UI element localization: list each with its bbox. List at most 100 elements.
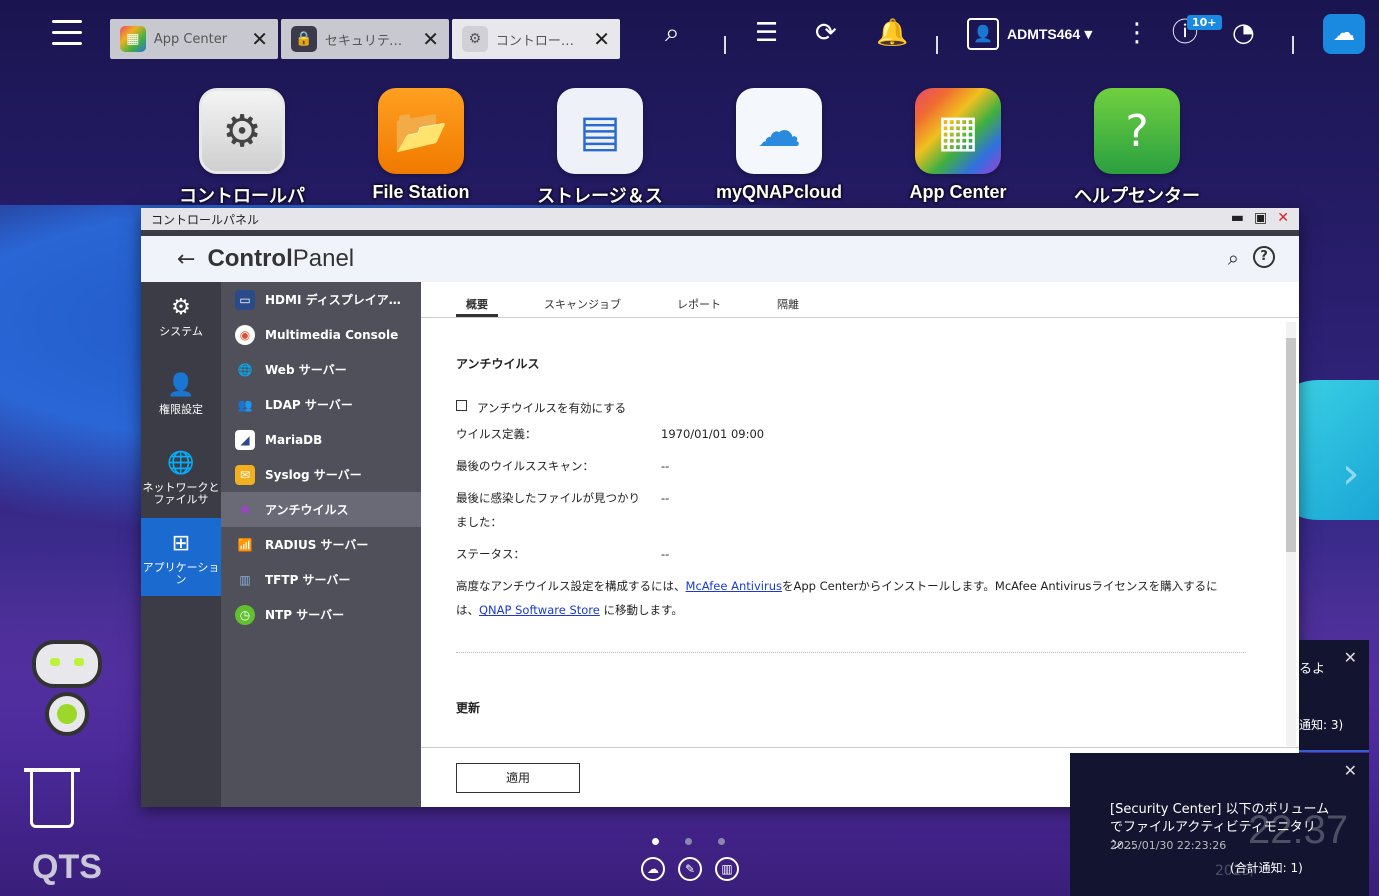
apply-button[interactable]: 適用	[456, 763, 580, 793]
page-dot[interactable]	[718, 838, 725, 845]
myqnapcloud-button[interactable]: ☁	[1323, 14, 1365, 54]
close-icon[interactable]: ✕	[1277, 210, 1289, 226]
last-scan-value: --	[661, 459, 670, 473]
multimedia-icon: ◉	[235, 324, 255, 345]
antivirus-note: 高度なアンチウイルス設定を構成するには、McAfee AntivirusをApp…	[456, 579, 1218, 617]
category-applications[interactable]: ⊞ アプリケーション	[141, 518, 221, 596]
sidebar-item-mariadb[interactable]: ◢ MariaDB	[221, 422, 421, 457]
category-network[interactable]: 🌐 ネットワークとファイルサ	[141, 438, 221, 518]
desktop-app-app-center[interactable]: ▦ App Center	[888, 88, 1028, 203]
desktop-app-control-panel[interactable]: ⚙ コントロールパ	[172, 88, 312, 208]
notification-bell-icon[interactable]: 🔔	[876, 18, 908, 48]
control-panel-window: コントロールパネル ▬ ▣ ✕ ← ControlPanel ⌕ ? ⚙ システ…	[141, 208, 1299, 807]
sidebar-item-hdmi[interactable]: ▭ HDMI ディスプレイアプ…	[221, 282, 421, 317]
search-icon[interactable]: ⌕	[665, 18, 680, 48]
close-icon[interactable]: ✕	[422, 27, 439, 51]
tab-scan-jobs[interactable]: スキャンジョブ	[534, 296, 631, 317]
sidebar-item-syslog[interactable]: ✉ Syslog サーバー	[221, 457, 421, 492]
desktop-app-file-station[interactable]: 📂 File Station	[351, 88, 491, 203]
sidebar-item-radius[interactable]: 📶 RADIUS サーバー	[221, 527, 421, 562]
category-system[interactable]: ⚙ システム	[141, 282, 221, 360]
tools-icon[interactable]: ✎	[678, 857, 702, 881]
help-icon: ?	[1094, 88, 1180, 174]
security-icon: 🔒	[291, 26, 317, 52]
search-icon[interactable]: ⌕	[1228, 246, 1239, 270]
top-taskbar: ▦ App Center ✕ 🔒 セキュリティ… ✕ ⚙ コントロール… ✕ ⌕…	[0, 0, 1379, 78]
sidebar-item-ntp[interactable]: ◷ NTP サーバー	[221, 597, 421, 632]
app-grid-icon: ▦	[915, 88, 1001, 174]
tab-reports[interactable]: レポート	[667, 296, 731, 317]
desktop-app-storage[interactable]: ▤ ストレージ＆ス	[530, 88, 670, 208]
main-menu-icon[interactable]	[52, 20, 82, 48]
section-divider	[456, 652, 1246, 653]
section-title-update: 更新	[456, 701, 481, 715]
more-options-icon[interactable]: ⋮	[1124, 18, 1150, 48]
book-icon[interactable]: ▥	[715, 857, 739, 881]
tab-overview[interactable]: 概要	[456, 296, 498, 317]
cloud-icon: ☁	[1333, 21, 1355, 46]
virus-def-label: ウイルス定義：	[456, 427, 537, 441]
notification-card[interactable]: ✕ るよ 通知: 3)	[1299, 640, 1369, 752]
last-infected-value: --	[661, 491, 670, 505]
taskbar-tab-control-panel[interactable]: ⚙ コントロール… ✕	[452, 19, 620, 59]
background-tasks-icon[interactable]: ☰	[755, 18, 778, 48]
user-menu[interactable]: 👤 ADMTS464 ▼	[967, 18, 1093, 50]
trash-icon[interactable]	[30, 770, 74, 828]
main-content: 概要 スキャンジョブ レポート 隔離 アンチウイルス アンチウイルスを有効にする…	[421, 282, 1299, 807]
desktop-app-help-center[interactable]: ? ヘルプセンター	[1067, 88, 1207, 208]
mcafee-link[interactable]: McAfee Antivirus	[686, 579, 782, 593]
taskbar-tab-security[interactable]: 🔒 セキュリティ… ✕	[281, 19, 449, 59]
enable-antivirus-row[interactable]: アンチウイルスを有効にする	[456, 400, 1299, 416]
close-icon[interactable]: ✕	[593, 27, 610, 51]
page-dot[interactable]	[652, 838, 659, 845]
last-scan-label: 最後のウイルススキャン：	[456, 459, 594, 473]
sidebar-item-antivirus[interactable]: ✺ アンチウイルス	[221, 492, 421, 527]
help-icon[interactable]: ?	[1253, 246, 1275, 268]
desktop-app-myqnapcloud[interactable]: ☁ myQNAPcloud	[709, 88, 849, 203]
globe-icon: 🌐	[167, 451, 195, 476]
qsirch-robot-icon[interactable]	[22, 640, 112, 745]
apps-icon: ⊞	[171, 531, 191, 556]
sidebar-item-multimedia[interactable]: ◉ Multimedia Console	[221, 317, 421, 352]
maximize-icon[interactable]: ▣	[1254, 210, 1267, 226]
gear-icon: ⚙	[199, 88, 285, 174]
window-titlebar[interactable]: コントロールパネル ▬ ▣ ✕	[141, 208, 1299, 236]
scrollbar-thumb[interactable]	[1286, 338, 1296, 552]
category-privilege[interactable]: 👤 権限設定	[141, 360, 221, 438]
sidebar-item-tftp[interactable]: ▥ TFTP サーバー	[221, 562, 421, 597]
enable-antivirus-checkbox[interactable]	[456, 400, 467, 411]
resource-monitor-icon[interactable]: ◔	[1232, 18, 1255, 48]
software-store-link[interactable]: QNAP Software Store	[479, 603, 600, 617]
page-dot[interactable]	[685, 838, 692, 845]
dock-icons: ☁ ✎ ▥	[641, 857, 739, 881]
app-title: ControlPanel	[207, 245, 355, 272]
status-label: ステータス：	[456, 547, 525, 561]
app-center-icon: ▦	[120, 26, 146, 52]
virus-icon: ✺	[239, 502, 251, 517]
close-icon[interactable]: ✕	[1344, 648, 1357, 667]
sync-icon[interactable]: ⟳	[815, 18, 837, 48]
notification-count-badge: 10+	[1187, 15, 1222, 30]
chevron-right-icon[interactable]: ›	[1342, 448, 1360, 499]
content-scroll-area: アンチウイルス アンチウイルスを有効にする ウイルス定義： 1970/01/01…	[421, 318, 1299, 748]
close-icon[interactable]: ✕	[1344, 761, 1357, 780]
hdmi-icon: ▭	[235, 289, 255, 310]
sidebar-item-ldap[interactable]: 👥 LDAP サーバー	[221, 387, 421, 422]
window-title: コントロールパネル	[151, 212, 260, 227]
folder-icon: 📂	[378, 88, 464, 174]
back-arrow-icon[interactable]: ←	[177, 247, 195, 272]
sidebar-item-web-server[interactable]: 🌐 Web サーバー	[221, 352, 421, 387]
cloud-icon[interactable]: ☁	[641, 857, 665, 881]
minimize-icon[interactable]: ▬	[1231, 210, 1244, 226]
clock-icon: ◷	[235, 604, 255, 625]
close-icon[interactable]: ✕	[251, 27, 268, 51]
cloud-icon: ☁	[736, 88, 822, 174]
content-scrollbar[interactable]	[1286, 322, 1296, 746]
last-infected-label: 最後に感染したファイルが見つかりました：	[456, 491, 640, 529]
globe-icon: 🌐	[237, 362, 253, 377]
gear-icon: ⚙	[171, 295, 191, 320]
tab-quarantine[interactable]: 隔離	[767, 296, 809, 317]
wifi-icon: 📶	[237, 537, 253, 552]
user-icon: 👤	[967, 18, 999, 50]
taskbar-tab-app-center[interactable]: ▦ App Center ✕	[110, 19, 278, 59]
